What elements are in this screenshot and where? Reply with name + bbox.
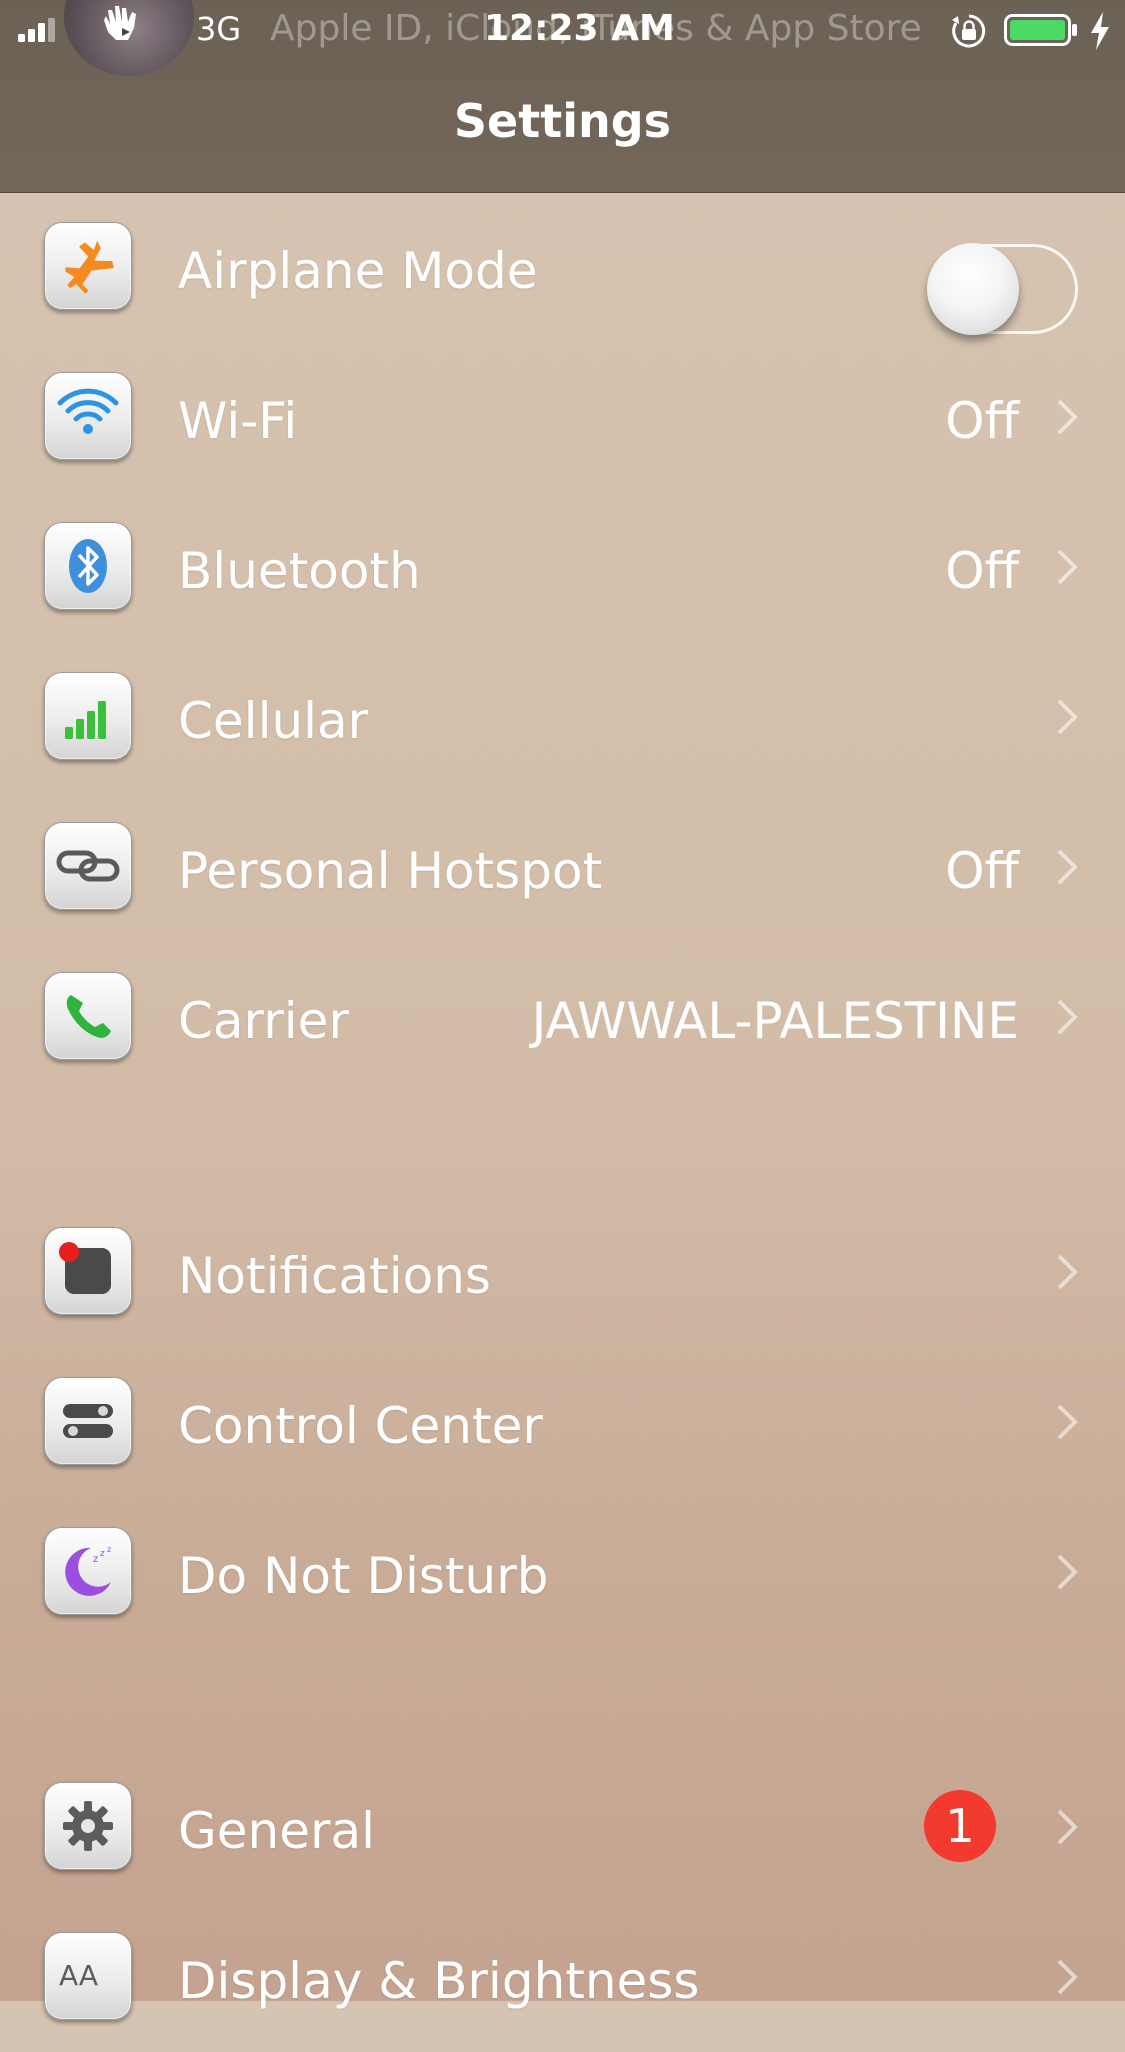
- row-control-center[interactable]: Control Center: [0, 1347, 1125, 1497]
- row-general[interactable]: General 1: [0, 1752, 1125, 1902]
- svg-text:AA: AA: [59, 1959, 98, 1992]
- gear-icon: [44, 1782, 132, 1870]
- chevron-right-icon: [1057, 399, 1078, 435]
- display-brightness-icon: AA: [44, 1932, 132, 2020]
- status-time: 12:23 AM: [484, 8, 675, 49]
- chevron-right-icon: [1057, 1554, 1078, 1590]
- moon-icon: z z z: [44, 1527, 132, 1615]
- row-cellular[interactable]: Cellular: [0, 642, 1125, 792]
- chevron-right-icon: [1057, 1809, 1078, 1845]
- toggle-knob: [927, 243, 1019, 335]
- bluetooth-icon: [44, 522, 132, 610]
- notifications-icon: [44, 1227, 132, 1315]
- row-airplane-mode: Airplane Mode: [0, 192, 1125, 342]
- row-personal-hotspot[interactable]: Personal Hotspot Off: [0, 792, 1125, 942]
- navigation-header: 3G Apple ID, iCloud, iTunes & App Store …: [0, 0, 1125, 193]
- row-label: Airplane Mode: [178, 242, 538, 300]
- svg-text:z: z: [93, 1554, 98, 1565]
- chevron-right-icon: [1057, 1404, 1078, 1440]
- rotation-lock-icon: [952, 14, 986, 48]
- network-type-label: 3G: [196, 10, 242, 48]
- phone-icon: [44, 972, 132, 1060]
- cellular-icon: [44, 672, 132, 760]
- airplane-mode-toggle[interactable]: [927, 243, 1078, 335]
- row-display-brightness[interactable]: AA Display & Brightness: [0, 1902, 1125, 2052]
- svg-text:z: z: [100, 1549, 105, 1559]
- charging-bolt-icon: [1091, 12, 1109, 50]
- wifi-icon: [44, 372, 132, 460]
- row-label: Bluetooth: [178, 542, 421, 600]
- airplane-icon: [44, 222, 132, 310]
- row-notifications[interactable]: Notifications: [0, 1197, 1125, 1347]
- row-label: Control Center: [178, 1397, 543, 1455]
- svg-text:z: z: [107, 1545, 111, 1554]
- row-carrier[interactable]: Carrier JAWWAL-PALESTINE: [0, 942, 1125, 1092]
- chevron-right-icon: [1057, 999, 1078, 1035]
- row-label: General: [178, 1802, 376, 1860]
- status-bar: 3G Apple ID, iCloud, iTunes & App Store …: [0, 0, 1125, 76]
- row-label: Cellular: [178, 692, 369, 750]
- battery-icon: [1004, 14, 1077, 46]
- control-center-icon: [44, 1377, 132, 1465]
- handprint-icon: [104, 6, 136, 40]
- row-wifi[interactable]: Wi-Fi Off: [0, 342, 1125, 492]
- chevron-right-icon: [1057, 699, 1078, 735]
- row-label: Do Not Disturb: [178, 1547, 549, 1605]
- row-label: Carrier: [178, 992, 349, 1050]
- row-value: Off: [945, 392, 1019, 450]
- hotspot-link-icon: [44, 822, 132, 910]
- chevron-right-icon: [1057, 849, 1078, 885]
- row-label: Notifications: [178, 1247, 491, 1305]
- settings-list: Airplane Mode Wi-Fi Off Bluetooth Off Ce…: [0, 192, 1125, 2020]
- row-label: Display & Brightness: [178, 1952, 700, 2010]
- row-label: Wi-Fi: [178, 392, 298, 450]
- row-label: Personal Hotspot: [178, 842, 603, 900]
- update-badge: 1: [924, 1790, 996, 1862]
- row-do-not-disturb[interactable]: z z z Do Not Disturb: [0, 1497, 1125, 1647]
- cellular-signal-icon: [18, 18, 55, 42]
- chevron-right-icon: [1057, 549, 1078, 585]
- page-title: Settings: [453, 94, 672, 148]
- wallpaper-avatar: [64, 0, 194, 76]
- row-value: JAWWAL-PALESTINE: [531, 992, 1019, 1050]
- chevron-right-icon: [1057, 1254, 1078, 1290]
- row-bluetooth[interactable]: Bluetooth Off: [0, 492, 1125, 642]
- row-value: Off: [945, 842, 1019, 900]
- chevron-right-icon: [1057, 1959, 1078, 1995]
- row-value: Off: [945, 542, 1019, 600]
